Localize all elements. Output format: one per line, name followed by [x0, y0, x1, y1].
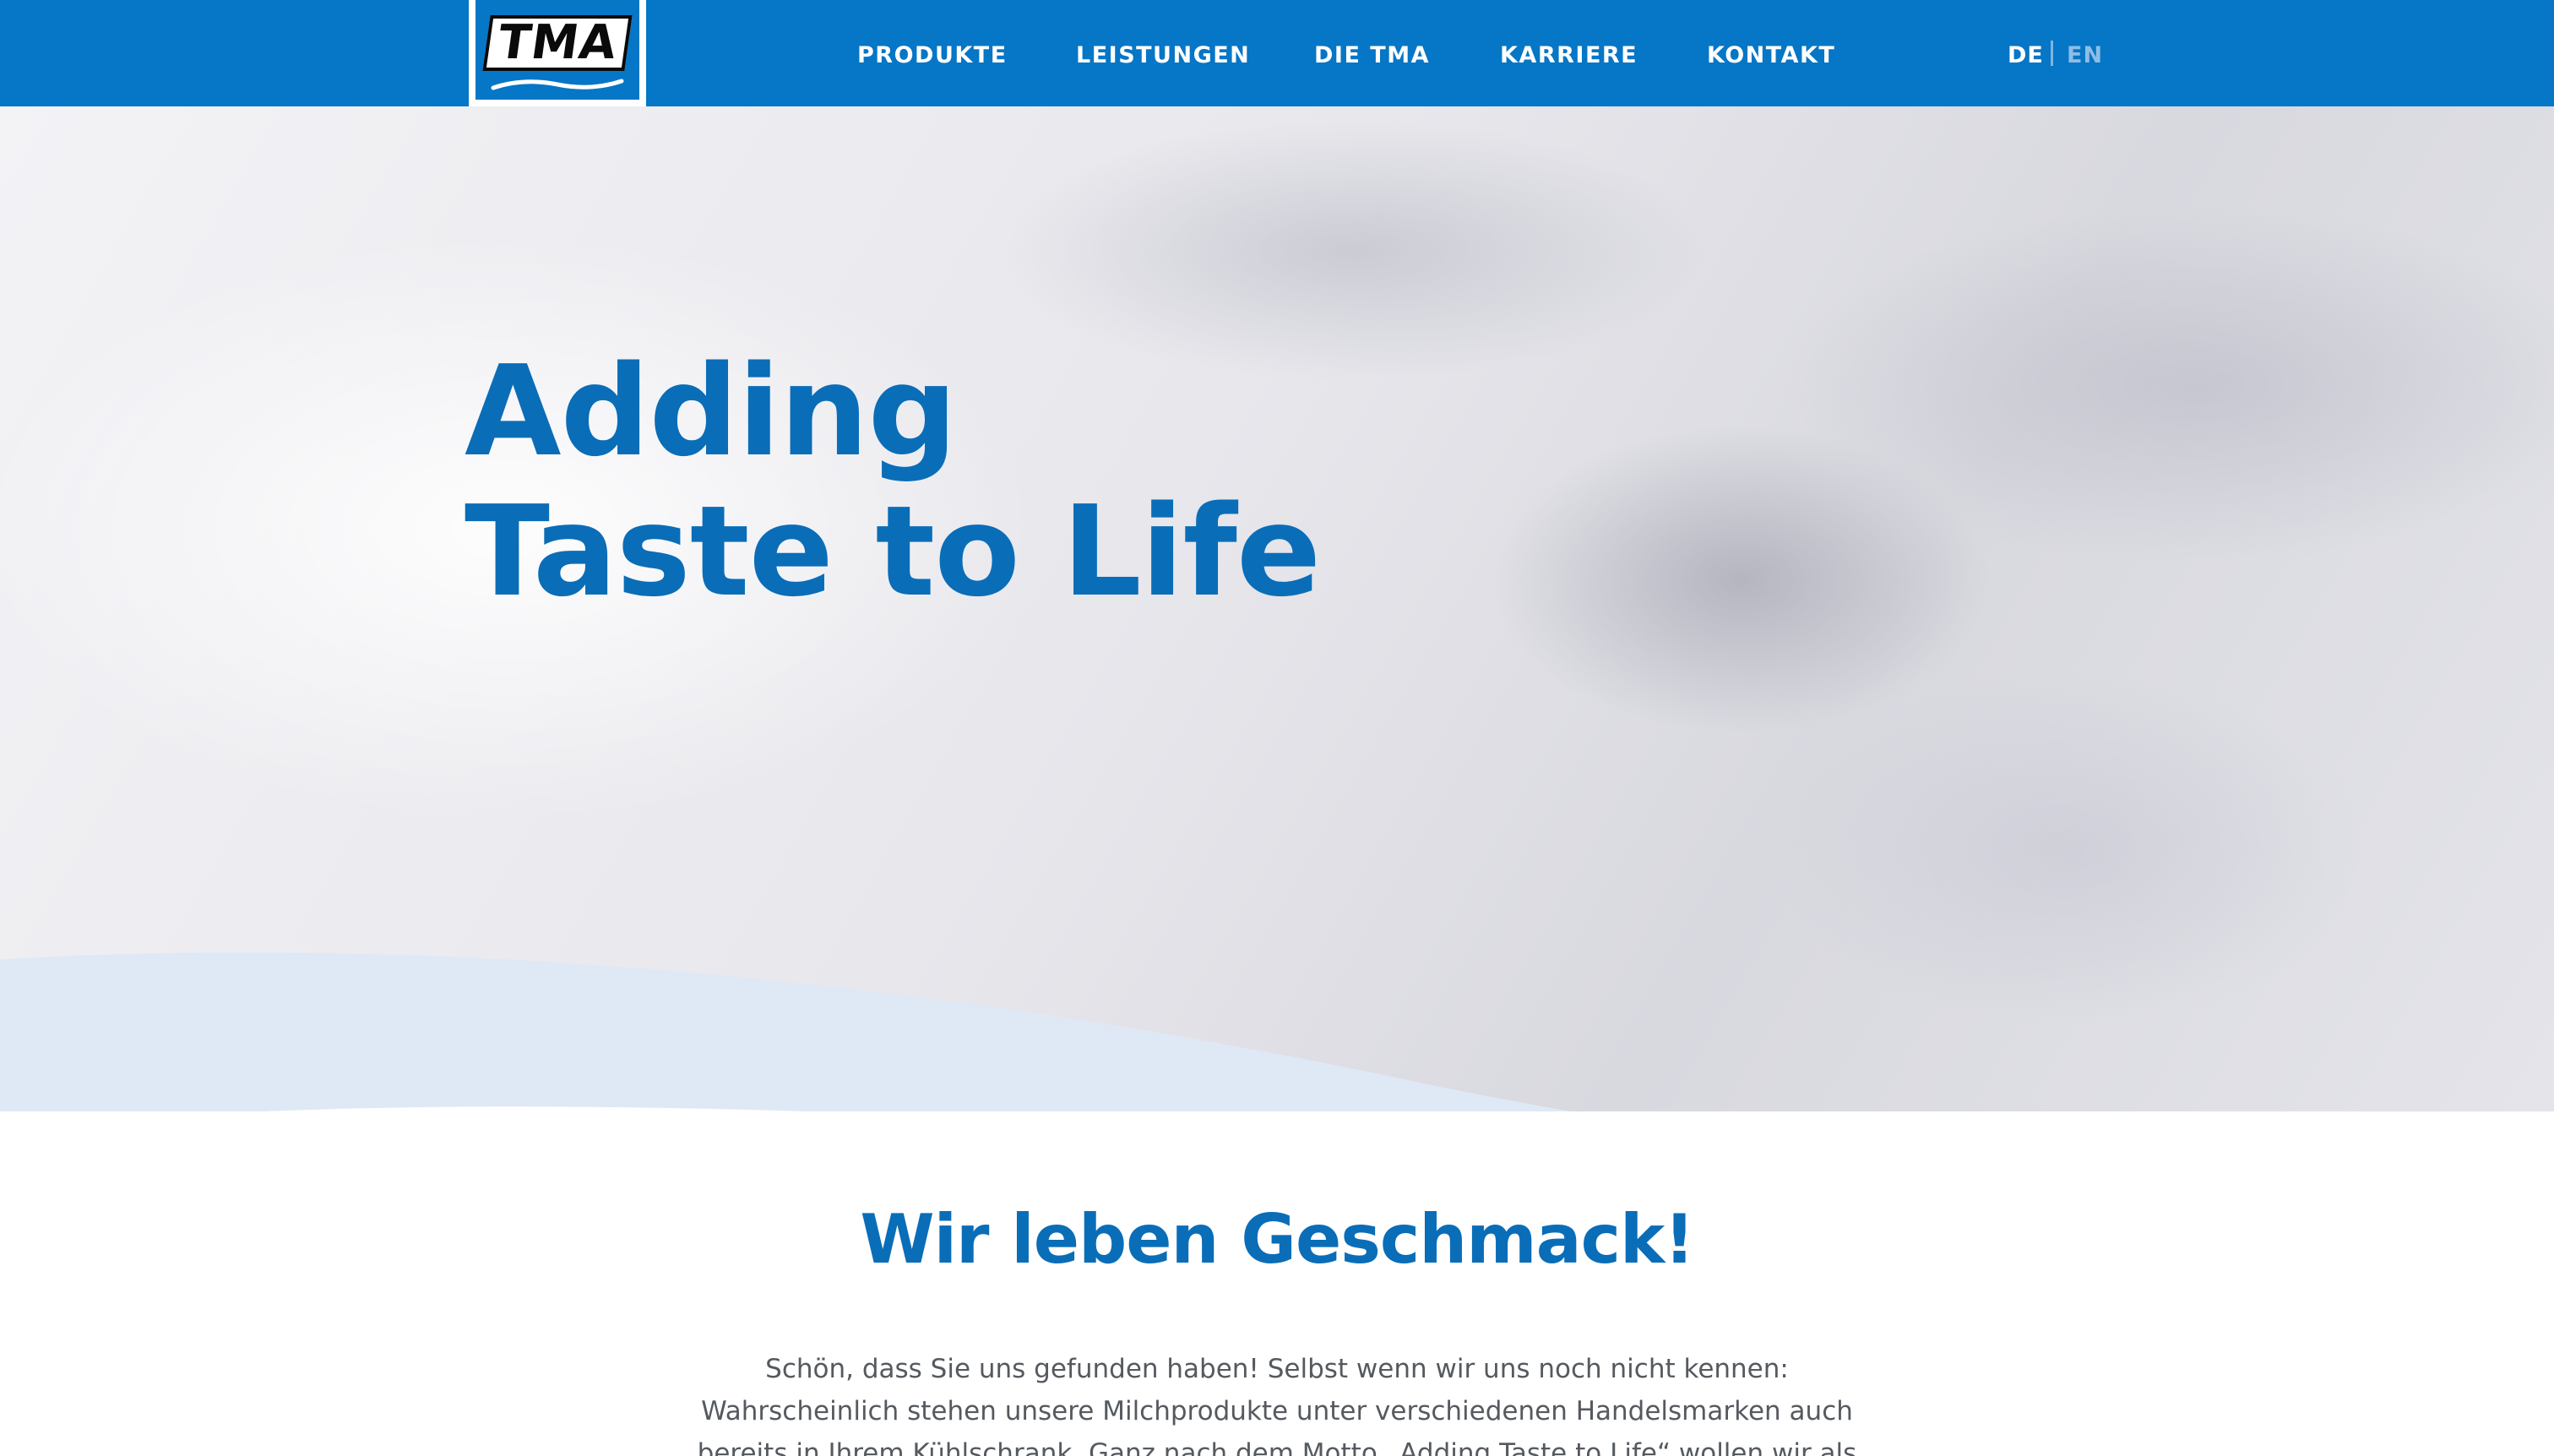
logo-wave-icon: [491, 79, 624, 90]
logo-badge: TMA: [475, 0, 639, 100]
nav-item-die-tma[interactable]: DIE TMA: [1314, 0, 1430, 106]
hero-wave-divider: [0, 952, 1572, 1111]
language-de-link[interactable]: DE: [2008, 0, 2044, 106]
nav-item-kontakt[interactable]: KONTAKT: [1707, 0, 1835, 106]
intro-paragraph: Schön, dass Sie uns gefunden haben! Selb…: [697, 1354, 1857, 1456]
language-divider: [2051, 41, 2053, 66]
hero-banner: Adding Taste to Life: [0, 106, 2554, 1111]
nav-item-leistungen[interactable]: LEISTUNGEN: [1076, 0, 1250, 106]
top-navigation-bar: TMA PRODUKTE LEISTUNGEN DIE TMA KARRIERE…: [0, 0, 2554, 106]
tma-logo[interactable]: TMA: [469, 0, 646, 106]
intro-heading: Wir leben Geschmack!: [860, 1200, 1694, 1279]
hero-title-line-2: Taste to Life: [465, 479, 1321, 624]
hero-title: Adding Taste to Life: [465, 339, 1321, 624]
language-en-link[interactable]: EN: [2067, 0, 2103, 106]
nav-item-produkte[interactable]: PRODUKTE: [857, 0, 1008, 106]
nav-item-karriere[interactable]: KARRIERE: [1500, 0, 1638, 106]
hero-title-line-1: Adding: [465, 339, 957, 484]
logo-text: TMA: [482, 15, 633, 71]
